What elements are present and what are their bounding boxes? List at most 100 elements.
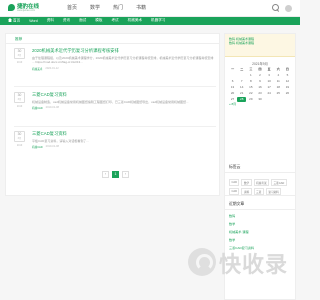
tag-link[interactable]: 复习资料	[265, 188, 282, 195]
nav-item-home[interactable]: 首页	[67, 4, 77, 11]
calendar-day[interactable]: 1	[246, 73, 255, 78]
calendar-weekday: 二	[240, 67, 244, 71]
post-excerpt: 机械设备制造，cad机械设备常用机械图纸编辑工程图纸打印，已三菱CAD机械图纸导…	[32, 100, 189, 104]
recent-post-link[interactable]: 数学	[229, 222, 293, 226]
tag-link[interactable]: 三菱	[253, 188, 264, 195]
post-title[interactable]: 三菱CAD复习资料	[32, 131, 216, 137]
notice-box: 数码·机械美术课程 数码·机械美术课程	[225, 34, 295, 57]
watermark-text: 快收录	[219, 253, 289, 278]
page-button-current[interactable]: 1	[112, 171, 119, 178]
calendar-day[interactable]: 2	[255, 73, 264, 78]
calendar-day[interactable]: 9	[255, 79, 264, 84]
calendar-weekday: 一	[231, 67, 235, 71]
calendar-prev-link[interactable]: « 8月	[229, 102, 236, 106]
calendar-day[interactable]: 16	[255, 85, 264, 90]
calendar-day[interactable]: 21	[237, 91, 246, 96]
recent-post-link[interactable]: 机械美术·课程	[229, 230, 293, 234]
nav-item-math[interactable]: 数学	[90, 4, 100, 11]
notice-link[interactable]: 数码·机械美术课程	[229, 41, 291, 45]
site-logo[interactable]: 捷豹在线 www.jiebao.com	[8, 2, 40, 15]
category-item[interactable]: 面试	[79, 18, 86, 23]
category-item[interactable]: 模板	[95, 18, 102, 23]
calendar-day[interactable]: 7	[237, 79, 246, 84]
divider	[225, 172, 295, 173]
post-category[interactable]: 机械美术	[32, 67, 42, 71]
tag-link[interactable]: CAD	[229, 179, 240, 186]
tags-title: 标签云	[229, 165, 241, 169]
watermark: 快收录	[188, 242, 288, 282]
calendar-day[interactable]: 29	[246, 97, 255, 102]
post-year: 2019	[16, 144, 23, 147]
calendar-day[interactable]: 4	[274, 73, 283, 78]
category-item[interactable]: Word	[29, 19, 38, 23]
calendar-day[interactable]: 3	[265, 73, 274, 78]
calendar-day[interactable]: 14	[237, 85, 246, 90]
category-item[interactable]: 机械美术	[128, 18, 142, 23]
category-item[interactable]: 资料	[47, 18, 54, 23]
calendar-day-today[interactable]: 28	[237, 97, 247, 103]
divider	[6, 43, 219, 44]
calendar-day	[237, 73, 246, 78]
tag-link[interactable]: 三菱CAD	[271, 179, 287, 186]
category-bar: 首页 Word 资料 资讯 面试 模板 考试 机械美术 机器学习	[0, 17, 300, 25]
calendar-day[interactable]: 24	[265, 91, 274, 96]
watermark-logo-icon	[188, 248, 216, 276]
category-item[interactable]: 机器学习	[151, 18, 165, 23]
calendar-day[interactable]: 12	[283, 79, 292, 84]
calendar-day[interactable]: 5	[283, 73, 292, 78]
tag-link[interactable]: 数学	[241, 179, 252, 186]
tag-link[interactable]: 机械考试	[253, 179, 270, 186]
calendar-weekday: 四	[258, 67, 262, 71]
logo-mark-icon	[8, 4, 15, 11]
calendar-weekday: 五	[267, 67, 271, 71]
pagination: ‹ 1 ›	[102, 171, 129, 178]
divider	[225, 209, 295, 210]
site-header: 捷豹在线 www.jiebao.com 首页 数学 热门 书籍	[0, 0, 300, 17]
calendar-day[interactable]: 20	[228, 91, 237, 96]
category-home[interactable]: 首页	[8, 18, 20, 24]
calendar-day[interactable]: 17	[265, 85, 274, 90]
calendar-day[interactable]: 30	[255, 97, 264, 102]
post-title[interactable]: 三菱CAD复习资料	[32, 92, 216, 98]
post-excerpt: 由于处理课程组，以及2020机械美术课程学分，2020机械美术近代学历复习分析课…	[32, 56, 214, 65]
calendar-day[interactable]: 11	[274, 79, 283, 84]
calendar-day[interactable]: 22	[246, 91, 255, 96]
next-page-button[interactable]: ›	[122, 171, 129, 178]
calendar-day[interactable]: 8	[246, 79, 255, 84]
post-title[interactable]: 2020机械美术近代学历复习分析课程考核安排	[32, 48, 216, 54]
calendar-weekday: 日	[285, 67, 289, 71]
avatar-icon[interactable]	[285, 4, 292, 12]
calendar-day[interactable]: 23	[255, 91, 264, 96]
tag-link[interactable]: CAD	[229, 188, 240, 195]
calendar-weekday: 三	[249, 67, 253, 71]
calendar-caption: 2021年9月	[252, 62, 268, 66]
nav-item-books[interactable]: 书籍	[136, 4, 146, 11]
post-date-badge: 30 3月	[14, 131, 25, 142]
post-category[interactable]: 机械CAD	[32, 106, 43, 110]
post-category[interactable]: 机械CAD	[32, 145, 43, 149]
calendar-day[interactable]: 6	[228, 79, 237, 84]
recent-post-link[interactable]: 数码	[229, 214, 293, 218]
prev-page-button[interactable]: ‹	[102, 171, 109, 178]
post-date: 2019-01-08	[45, 145, 59, 149]
post-date-badge: 30 3月	[14, 92, 25, 103]
calendar-day	[228, 73, 237, 78]
calendar-day[interactable]: 26	[283, 91, 292, 96]
category-item[interactable]: 资讯	[63, 18, 70, 23]
nav-item-hot[interactable]: 热门	[113, 4, 123, 11]
post-year: 2019	[16, 61, 23, 64]
calendar-day	[274, 97, 283, 102]
calendar-day[interactable]: 10	[265, 79, 274, 84]
tag-link[interactable]: 资料	[241, 188, 252, 195]
post-month: 3月	[17, 98, 22, 101]
calendar-day[interactable]: 13	[228, 85, 237, 90]
search-icon[interactable]	[272, 4, 280, 12]
calendar-day[interactable]: 15	[246, 85, 255, 90]
calendar-day[interactable]: 19	[283, 85, 292, 90]
category-item[interactable]: 考试	[111, 18, 118, 23]
calendar-day[interactable]: 18	[274, 85, 283, 90]
post-date: 2020-01-12	[45, 66, 59, 70]
calendar-day[interactable]: 25	[274, 91, 283, 96]
calendar-grid: 一二三四五六日 1 2 3 4 5 6 7 8 9 10 11 12 13 14 15 16 17 18 19 20 21…	[228, 67, 292, 103]
post-year: 2019	[16, 105, 23, 108]
